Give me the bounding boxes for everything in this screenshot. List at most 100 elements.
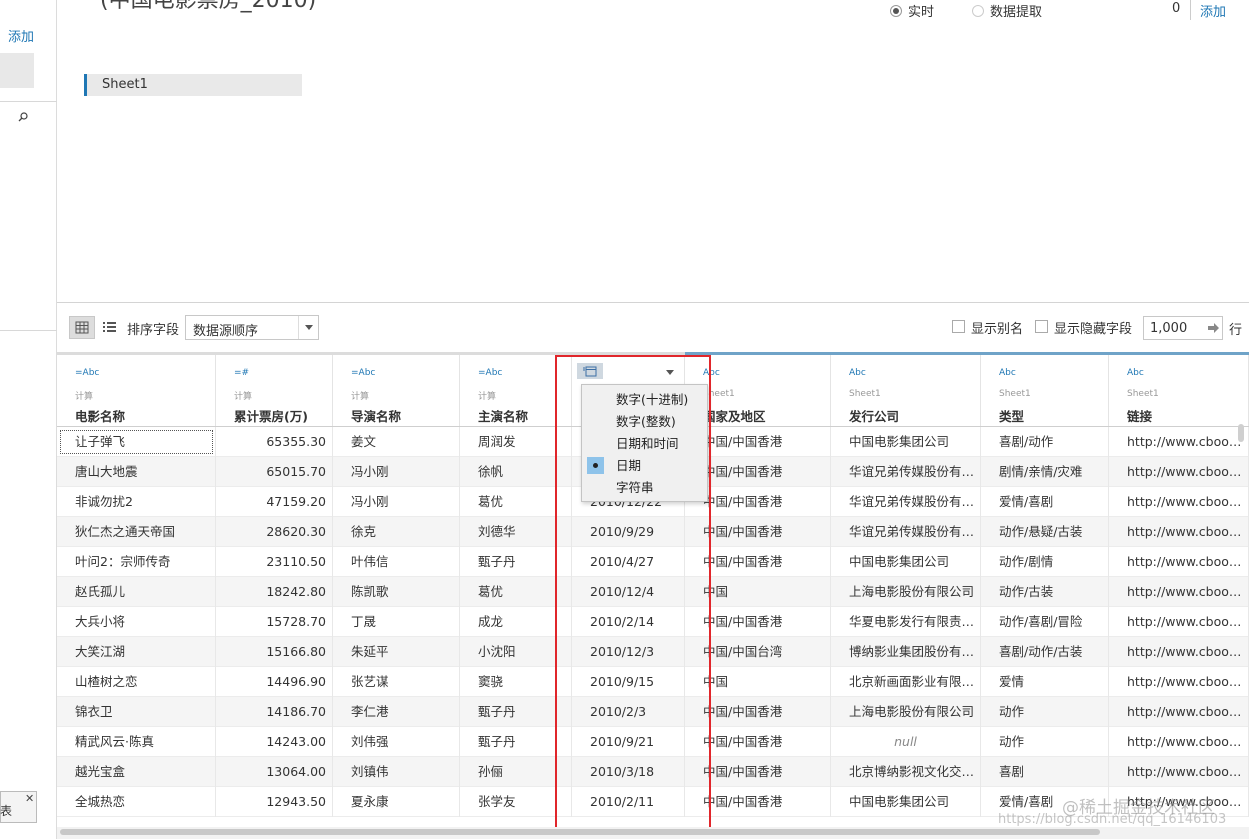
sheet-canvas-item[interactable]: Sheet1: [84, 74, 302, 96]
table-cell[interactable]: http://www.cbooo.cn: [1109, 427, 1249, 457]
table-cell[interactable]: 非诚勿扰2: [57, 487, 216, 517]
sort-field-select[interactable]: 数据源顺序: [185, 315, 319, 340]
data-type-menu-item[interactable]: 数字(十进制): [582, 389, 709, 410]
table-cell[interactable]: 李仁港: [333, 697, 460, 727]
table-cell[interactable]: 动作/喜剧/冒险: [981, 607, 1109, 637]
column-menu-chevron-icon[interactable]: [666, 370, 674, 375]
data-type-icon[interactable]: =#: [234, 368, 249, 378]
connection-live-option[interactable]: 实时: [890, 1, 934, 20]
data-type-icon[interactable]: =Abc: [478, 368, 502, 378]
table-cell[interactable]: 北京新画面影业有限公司: [831, 667, 981, 697]
table-cell[interactable]: 中国电影集团公司: [831, 547, 981, 577]
table-cell[interactable]: 徐帆: [460, 457, 572, 487]
table-cell[interactable]: 65355.30: [216, 427, 333, 457]
data-type-menu-item[interactable]: 日期和时间: [582, 433, 709, 454]
table-cell[interactable]: 甄子丹: [460, 697, 572, 727]
table-cell[interactable]: 刘德华: [460, 517, 572, 547]
horizontal-scroll-thumb[interactable]: [60, 829, 1100, 835]
table-cell[interactable]: 中国/中国香港: [685, 787, 831, 817]
table-cell[interactable]: 狄仁杰之通天帝国: [57, 517, 216, 547]
table-cell[interactable]: 动作/剧情: [981, 547, 1109, 577]
row-count-input[interactable]: 1,000: [1143, 316, 1223, 340]
table-cell[interactable]: 13064.00: [216, 757, 333, 787]
table-cell[interactable]: 张艺谋: [333, 667, 460, 697]
table-cell[interactable]: 越光宝盒: [57, 757, 216, 787]
data-type-menu-item[interactable]: 数字(整数): [582, 411, 709, 432]
table-cell[interactable]: 2010/2/14: [572, 607, 685, 637]
table-cell[interactable]: 中国电影集团公司: [831, 787, 981, 817]
table-cell[interactable]: 2010/9/21: [572, 727, 685, 757]
list-view-icon[interactable]: [100, 318, 118, 336]
table-cell[interactable]: 14496.90: [216, 667, 333, 697]
table-cell[interactable]: 2010/2/3: [572, 697, 685, 727]
table-cell[interactable]: 丁晟: [333, 607, 460, 637]
table-cell[interactable]: 28620.30: [216, 517, 333, 547]
table-cell[interactable]: 刘镇伟: [333, 757, 460, 787]
table-cell[interactable]: 爱情: [981, 667, 1109, 697]
data-type-menu-item[interactable]: 字符串: [582, 477, 709, 498]
column-header[interactable]: =Abc 计算 主演名称: [460, 355, 572, 426]
grid-view-button[interactable]: [69, 316, 95, 339]
table-row[interactable]: 狄仁杰之通天帝国 28620.30 徐克 刘德华 2010/9/29 中国/中国香港 华谊兄…: [57, 517, 1249, 547]
column-name[interactable]: 链接: [1127, 406, 1152, 425]
table-cell[interactable]: 夏永康: [333, 787, 460, 817]
table-cell[interactable]: http://www.cbooo.cn: [1109, 757, 1249, 787]
show-alias-checkbox[interactable]: [952, 320, 965, 333]
table-cell[interactable]: 全城热恋: [57, 787, 216, 817]
table-cell[interactable]: 冯小刚: [333, 487, 460, 517]
close-icon[interactable]: ✕: [25, 792, 34, 805]
table-cell[interactable]: 喜剧: [981, 757, 1109, 787]
connection-extract-option[interactable]: 数据提取: [972, 1, 1042, 20]
table-cell[interactable]: 华夏电影发行有限责任公司: [831, 607, 981, 637]
table-cell[interactable]: http://www.cbooo.cn: [1109, 667, 1249, 697]
table-cell[interactable]: 2010/12/4: [572, 577, 685, 607]
table-cell[interactable]: 华谊兄弟传媒股份有限公司: [831, 457, 981, 487]
table-cell[interactable]: 叶伟信: [333, 547, 460, 577]
table-cell[interactable]: 65015.70: [216, 457, 333, 487]
table-cell[interactable]: 华谊兄弟传媒股份有限公司: [831, 517, 981, 547]
table-cell[interactable]: 博纳影业集团股份有限公司: [831, 637, 981, 667]
table-cell[interactable]: 喜剧/动作/古装: [981, 637, 1109, 667]
table-cell[interactable]: http://www.cbooo.cn: [1109, 487, 1249, 517]
column-name[interactable]: 发行公司: [849, 406, 899, 425]
table-cell[interactable]: http://www.cbooo.cn: [1109, 547, 1249, 577]
table-row[interactable]: 锦衣卫 14186.70 李仁港 甄子丹 2010/2/3 中国/中国香港 上海电影股份有限…: [57, 697, 1249, 727]
table-cell[interactable]: 北京博纳影视文化交流有限公司: [831, 757, 981, 787]
table-cell[interactable]: 14186.70: [216, 697, 333, 727]
table-cell[interactable]: 动作/悬疑/古装: [981, 517, 1109, 547]
column-name[interactable]: 主演名称: [478, 406, 528, 425]
column-name[interactable]: 电影名称: [75, 406, 125, 425]
extract-radio[interactable]: [972, 4, 984, 17]
table-cell[interactable]: null: [831, 727, 981, 757]
table-cell[interactable]: http://www.cbooo.cn: [1109, 727, 1249, 757]
table-cell[interactable]: 中国/中国香港: [685, 727, 831, 757]
table-cell[interactable]: 14243.00: [216, 727, 333, 757]
table-cell[interactable]: 窦骁: [460, 667, 572, 697]
table-cell[interactable]: 2010/3/18: [572, 757, 685, 787]
table-cell[interactable]: 中国: [685, 577, 831, 607]
table-cell[interactable]: 2010/4/27: [572, 547, 685, 577]
table-cell[interactable]: 18242.80: [216, 577, 333, 607]
table-cell[interactable]: 23110.50: [216, 547, 333, 577]
table-cell[interactable]: http://www.cbooo.cn: [1109, 517, 1249, 547]
table-cell[interactable]: 赵氏孤儿: [57, 577, 216, 607]
vertical-scrollbar[interactable]: [1238, 424, 1244, 442]
left-add-link[interactable]: 添加: [8, 26, 34, 45]
data-type-icon[interactable]: Abc: [703, 368, 720, 378]
table-cell[interactable]: 冯小刚: [333, 457, 460, 487]
table-cell[interactable]: 华谊兄弟传媒股份有限公司: [831, 487, 981, 517]
table-cell[interactable]: 15728.70: [216, 607, 333, 637]
table-cell[interactable]: 徐克: [333, 517, 460, 547]
table-cell[interactable]: 中国: [685, 667, 831, 697]
column-name[interactable]: 导演名称: [351, 406, 401, 425]
table-cell[interactable]: 大兵小将: [57, 607, 216, 637]
table-cell[interactable]: 葛优: [460, 487, 572, 517]
table-cell[interactable]: 中国/中国香港: [685, 757, 831, 787]
table-cell[interactable]: 让子弹飞: [57, 427, 216, 457]
table-cell[interactable]: 喜剧/动作: [981, 427, 1109, 457]
table-cell[interactable]: 上海电影股份有限公司: [831, 577, 981, 607]
column-name[interactable]: 国家及地区: [703, 406, 766, 425]
data-type-button[interactable]: [577, 363, 603, 379]
table-cell[interactable]: 唐山大地震: [57, 457, 216, 487]
table-cell[interactable]: 2010/12/3: [572, 637, 685, 667]
